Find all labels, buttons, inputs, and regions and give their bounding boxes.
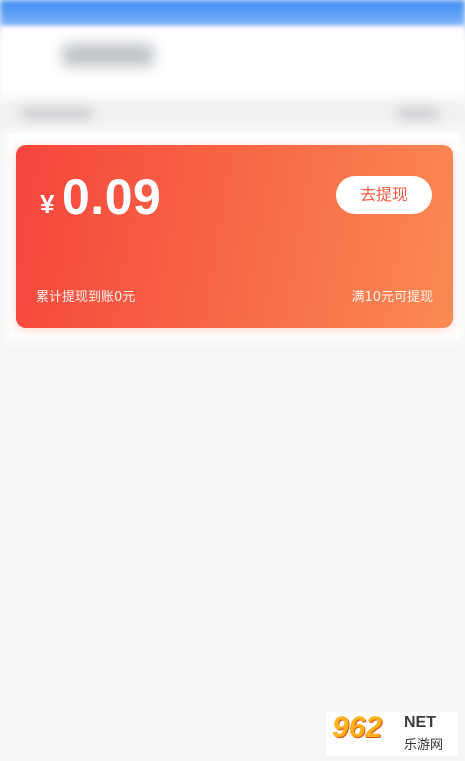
app-screen: ¥ 0.09 去提现 累计提现到账0元 满10元可提现 962 NET 乐游网 [0, 0, 465, 761]
balance-amount: 0.09 [62, 169, 162, 225]
blurred-subheader-right [398, 108, 438, 120]
currency-symbol: ¥ [40, 189, 55, 219]
app-header [0, 26, 465, 106]
total-withdrawn-label: 累计提现到账0元 [36, 290, 136, 305]
site-watermark: 962 NET 乐游网 [326, 712, 458, 756]
balance-card: ¥ 0.09 去提现 累计提现到账0元 满10元可提现 [16, 145, 453, 328]
blurred-header-title [62, 44, 154, 66]
watermark-logo: 962 [332, 711, 383, 744]
withdraw-button[interactable]: 去提现 [336, 176, 432, 214]
watermark-site-name: 乐游网 [404, 738, 444, 753]
min-withdraw-label: 满10元可提现 [351, 290, 433, 305]
blurred-subheader-left [22, 108, 92, 120]
watermark-net: NET [404, 714, 436, 731]
